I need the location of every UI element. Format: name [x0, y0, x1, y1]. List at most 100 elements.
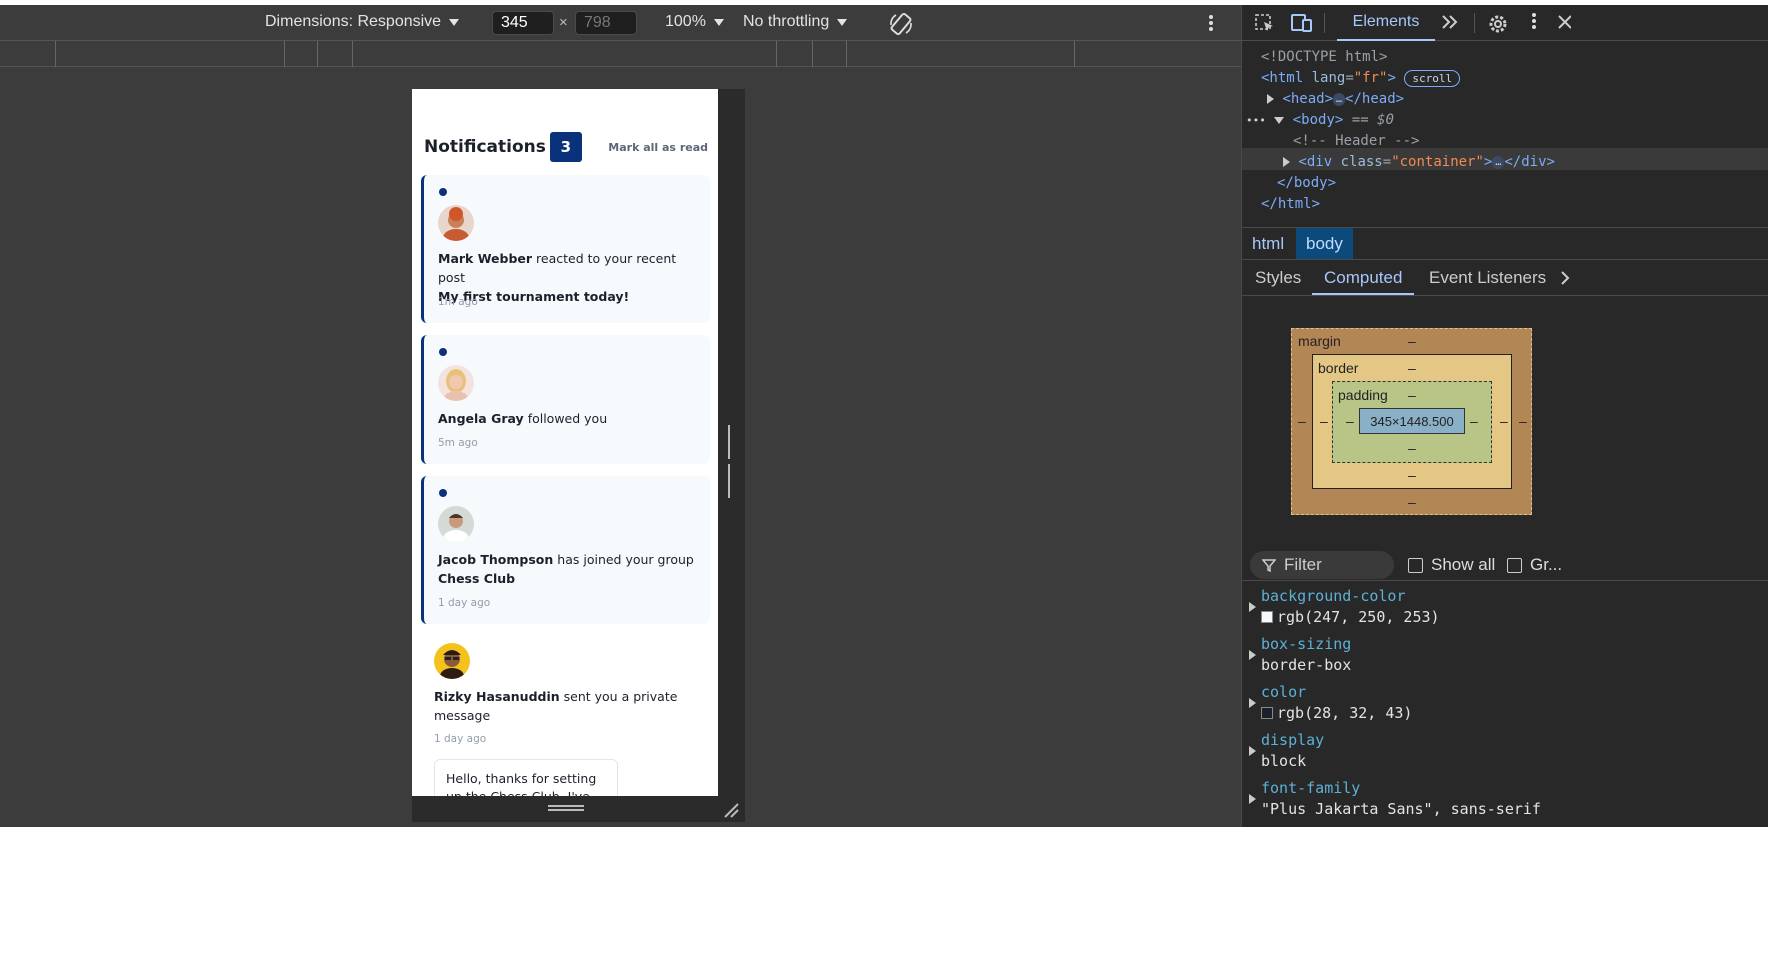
computed-property[interactable]: display block [1242, 731, 1768, 779]
more-tabs-icon[interactable] [1440, 13, 1460, 36]
dom-doctype[interactable]: <!DOCTYPE html> [1261, 47, 1387, 67]
avatar[interactable] [438, 205, 474, 241]
box-model-padding: padding – – – – 345×1448.500 [1332, 381, 1492, 463]
settings-gear-icon[interactable] [1487, 13, 1509, 33]
private-message-preview[interactable]: Hello, thanks for setting up the Chess C… [434, 759, 618, 796]
expand-caret-icon[interactable] [1283, 157, 1290, 167]
devtools-panel: Elements <!DOCTYPE html> <html lang="fr"… [1241, 5, 1768, 827]
avatar[interactable] [438, 506, 474, 542]
zoom-dropdown[interactable]: 100% [665, 13, 724, 31]
chevron-down-icon [713, 18, 724, 26]
dom-tree: <!DOCTYPE html> <html lang="fr"> scroll … [1242, 45, 1768, 223]
box-model-content-size[interactable]: 345×1448.500 [1359, 408, 1465, 434]
notifications-header: Notifications 3 Mark all as read [424, 131, 708, 163]
expand-caret-icon[interactable] [1249, 794, 1256, 804]
notification-text: Jacob Thompson has joined your group Che… [438, 552, 694, 586]
throttling-label: No throttling [743, 13, 830, 30]
width-input[interactable]: 345 [492, 11, 554, 35]
resize-handle-vertical[interactable] [728, 425, 734, 498]
notification-card[interactable]: Angela Gray followed you 5m ago [421, 335, 710, 464]
dom-div-container-node[interactable]: <div class="container">… </div> [1283, 152, 1555, 172]
user-link[interactable]: Rizky Hasanuddin [434, 689, 560, 704]
more-options-icon[interactable] [1205, 15, 1217, 33]
computed-property[interactable]: font-family "Plus Jakarta Sans", sans-se… [1242, 779, 1768, 827]
unread-dot [439, 348, 447, 356]
color-swatch [1261, 611, 1273, 623]
computed-property[interactable]: color rgb(28, 32, 43) [1242, 683, 1768, 731]
divider [1474, 13, 1475, 33]
zoom-label: 100% [665, 13, 706, 30]
devtools-tabbar: Elements [1242, 5, 1768, 41]
resize-handle-horizontal[interactable] [548, 805, 584, 813]
user-link[interactable]: Angela Gray [438, 411, 524, 426]
tab-event-listeners[interactable]: Event Listeners [1429, 261, 1546, 295]
rotate-icon[interactable] [888, 11, 914, 37]
show-all-checkbox[interactable]: Show all [1408, 555, 1495, 575]
page-title: Notifications [424, 137, 546, 157]
divider [1324, 13, 1325, 33]
filter-input[interactable]: Filter [1250, 551, 1394, 579]
device-toolbar: Dimensions: Responsive 345 × 798 100% No… [0, 5, 1241, 41]
filter-icon [1262, 559, 1276, 572]
user-link[interactable]: Mark Webber [438, 251, 532, 266]
close-icon[interactable] [1557, 13, 1579, 33]
notification-text: Angela Gray followed you [438, 411, 608, 426]
timestamp: 1 day ago [438, 597, 491, 609]
browser-window: Dimensions: Responsive 345 × 798 100% No… [0, 0, 1768, 977]
expand-caret-icon[interactable] [1249, 746, 1256, 756]
blank-area [0, 827, 1768, 977]
expand-caret-icon[interactable] [1249, 602, 1256, 612]
notification-card[interactable]: Mark Webber reacted to your recent post … [421, 175, 710, 323]
expand-caret-icon[interactable] [1249, 650, 1256, 660]
group-link[interactable]: Chess Club [438, 571, 515, 586]
breadcrumb-html[interactable]: html [1242, 228, 1294, 259]
notification-card[interactable]: Jacob Thompson has joined your group Che… [421, 476, 710, 624]
dimensions-dropdown[interactable]: Dimensions: Responsive [265, 13, 460, 31]
dimensions-label: Dimensions: Responsive [265, 13, 442, 30]
dom-body-close[interactable]: </body> [1277, 173, 1336, 193]
styles-subtabs: Styles Computed Event Listeners [1242, 261, 1768, 296]
tab-styles[interactable]: Styles [1255, 261, 1301, 295]
unread-dot [439, 188, 447, 196]
timestamp: 1m ago [438, 296, 478, 308]
computed-property[interactable]: background-color rgb(247, 250, 253) [1242, 587, 1768, 635]
notification-text: Rizky Hasanuddin sent you a private mess… [434, 689, 678, 723]
notification-count-badge: 3 [549, 132, 582, 162]
mark-all-read-button[interactable]: Mark all as read [608, 141, 708, 154]
dom-head-node[interactable]: <head>… </head> [1267, 89, 1404, 109]
breadcrumb-body[interactable]: body [1296, 228, 1353, 259]
group-checkbox[interactable]: Gr... [1507, 555, 1562, 575]
notification-card[interactable]: Rizky Hasanuddin sent you a private mess… [421, 636, 710, 796]
expand-caret-icon[interactable] [1267, 94, 1274, 104]
emulated-page: Notifications 3 Mark all as read Mark We… [412, 89, 718, 796]
more-options-icon[interactable] [1528, 13, 1540, 33]
chevron-down-icon [449, 18, 460, 26]
more-tabs-icon[interactable] [1560, 270, 1570, 291]
dom-body-node[interactable]: ••• <body> == $0 [1246, 110, 1394, 130]
dom-comment[interactable]: <!-- Header --> [1293, 131, 1419, 151]
box-model-diagram: margin – – – – border – – – – padding – … [1291, 328, 1532, 515]
height-input[interactable]: 798 [575, 11, 637, 35]
breadcrumb: html body [1242, 227, 1768, 260]
tab-elements[interactable]: Elements [1337, 5, 1435, 41]
resize-corner-icon[interactable] [722, 801, 740, 819]
computed-property[interactable]: box-sizing border-box [1242, 635, 1768, 683]
avatar[interactable] [438, 365, 474, 401]
inspect-element-icon[interactable] [1254, 13, 1276, 33]
dom-html-node[interactable]: <html lang="fr"> scroll [1261, 68, 1461, 88]
expand-caret-icon[interactable] [1249, 698, 1256, 708]
unread-dot [439, 489, 447, 497]
avatar[interactable] [434, 643, 470, 679]
color-swatch [1261, 707, 1273, 719]
collapse-caret-icon[interactable] [1274, 116, 1285, 124]
timestamp: 1 day ago [434, 733, 487, 745]
timestamp: 5m ago [438, 437, 478, 449]
device-toolbar-icon[interactable] [1290, 13, 1312, 33]
scroll-badge[interactable]: scroll [1404, 69, 1461, 87]
throttling-dropdown[interactable]: No throttling [743, 13, 848, 31]
times-symbol: × [559, 14, 568, 31]
media-query-ruler[interactable] [0, 41, 1241, 67]
tab-computed[interactable]: Computed [1312, 261, 1415, 295]
user-link[interactable]: Jacob Thompson [438, 552, 553, 567]
dom-html-close[interactable]: </html> [1261, 194, 1320, 214]
